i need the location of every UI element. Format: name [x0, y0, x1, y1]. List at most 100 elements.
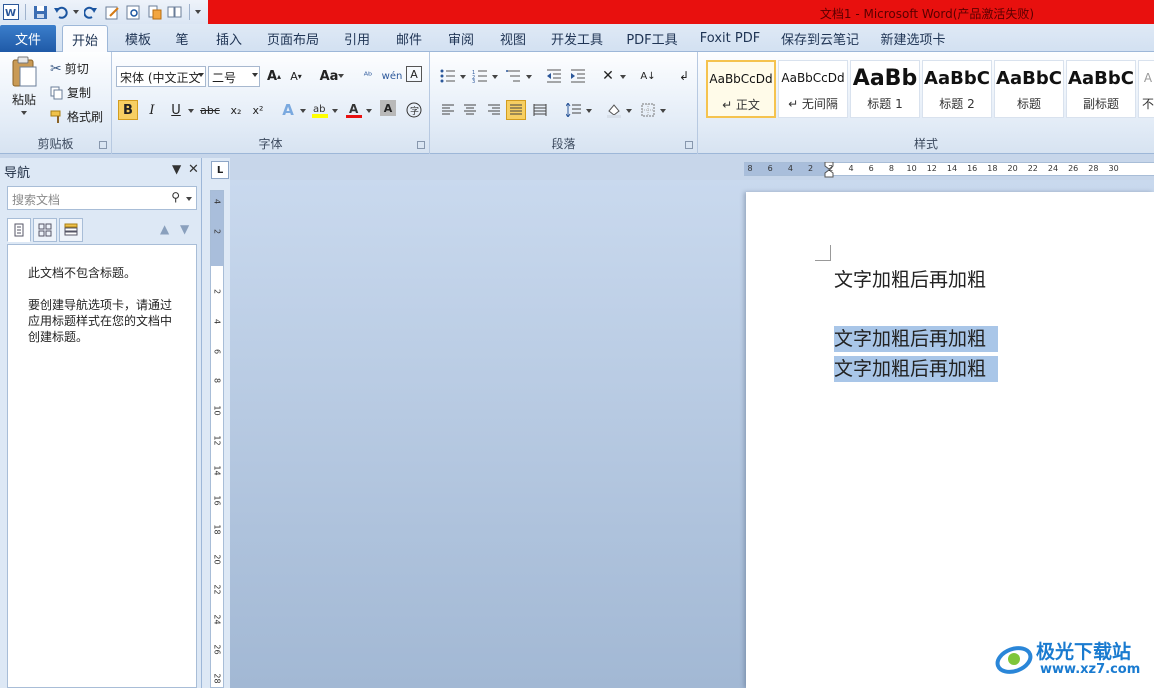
tab-page-layout[interactable]: 页面布局 [262, 25, 324, 52]
underline-button[interactable]: U [166, 100, 186, 120]
paste-dropdown-icon[interactable] [21, 111, 27, 115]
document-line-selected[interactable]: 文字加粗后再加粗 [834, 324, 999, 352]
shrink-font-button[interactable]: A ▾ [286, 66, 306, 86]
edit-document-icon[interactable] [103, 3, 121, 21]
tab-references[interactable]: 引用 [336, 25, 378, 52]
tab-review[interactable]: 审阅 [440, 25, 482, 52]
font-dialog-launcher-icon[interactable] [417, 141, 425, 149]
selected-text[interactable]: 文字加粗后再加粗 [834, 326, 999, 352]
font-color-dropdown-icon[interactable] [366, 109, 372, 113]
style-normal[interactable]: AaBbCcDd ↵ 正文 [706, 60, 776, 118]
tab-developer[interactable]: 开发工具 [544, 25, 610, 52]
chinese-layout-dropdown-icon[interactable] [620, 75, 626, 79]
vertical-ruler[interactable]: 4 2 2 4 6 8 10 12 14 16 18 20 22 24 26 28 [210, 190, 224, 688]
style-title[interactable]: AaBbC 标题 [994, 60, 1064, 118]
font-size-select[interactable]: 二号 [208, 66, 260, 87]
shading-icon[interactable] [604, 100, 624, 120]
distributed-icon[interactable] [530, 100, 550, 120]
pane-options-dropdown-icon[interactable]: ▼ [172, 162, 181, 176]
increase-indent-icon[interactable] [568, 66, 588, 86]
bullets-dropdown-icon[interactable] [460, 75, 466, 79]
style-subtitle[interactable]: AaBbC 副标题 [1066, 60, 1136, 118]
tab-insert[interactable]: 插入 [208, 25, 250, 52]
align-center-icon[interactable] [460, 100, 480, 120]
previous-result-icon[interactable]: ▲ [160, 222, 169, 236]
cut-button[interactable]: ✂ 剪切 [50, 60, 89, 77]
chinese-layout-icon[interactable]: ✕ [598, 66, 618, 86]
close-pane-icon[interactable]: ✕ [188, 162, 199, 177]
underline-dropdown-icon[interactable] [188, 109, 194, 113]
numbering-icon[interactable]: 123 [470, 66, 490, 86]
headings-view-tab[interactable] [7, 218, 31, 242]
shading-dropdown-icon[interactable] [626, 109, 632, 113]
decrease-indent-icon[interactable] [544, 66, 564, 86]
tab-file[interactable]: 文件 [0, 25, 56, 52]
tab-stop-selector[interactable]: L [211, 161, 229, 179]
phonetic-guide-icon[interactable]: wén [382, 66, 403, 86]
undo-dropdown-icon[interactable] [73, 10, 79, 14]
change-case-button[interactable]: Aa [318, 66, 346, 86]
tab-home[interactable]: 开始 [62, 25, 108, 53]
tab-view[interactable]: 视图 [492, 25, 534, 52]
paragraph-dialog-launcher-icon[interactable] [685, 141, 693, 149]
read-mode-icon[interactable] [166, 3, 184, 21]
multilevel-list-dropdown-icon[interactable] [526, 75, 532, 79]
bold-button[interactable]: B [118, 100, 138, 120]
enclose-characters-icon[interactable]: 字 [404, 100, 424, 120]
line-spacing-icon[interactable] [564, 100, 584, 120]
text-effects-icon[interactable]: A [278, 100, 298, 120]
character-border-icon[interactable]: A [406, 66, 422, 82]
pages-view-tab[interactable] [33, 218, 57, 242]
results-view-tab[interactable] [59, 218, 83, 242]
tab-mailings[interactable]: 邮件 [388, 25, 430, 52]
grow-font-button[interactable]: A ▴ [264, 66, 284, 86]
print-preview-icon[interactable] [124, 3, 142, 21]
sort-icon[interactable]: A↓ [638, 66, 658, 86]
highlight-dropdown-icon[interactable] [332, 109, 338, 113]
save-icon[interactable] [31, 3, 49, 21]
format-painter-button[interactable]: 格式刷 [50, 108, 103, 125]
font-color-icon[interactable]: A [344, 100, 364, 120]
tab-pen[interactable]: 笔 [168, 25, 196, 52]
search-icon[interactable]: ⚲ [171, 190, 180, 204]
undo-icon[interactable] [52, 3, 70, 21]
word-app-icon[interactable]: W [2, 3, 20, 21]
text-effects-dropdown-icon[interactable] [300, 109, 306, 113]
selected-text[interactable]: 文字加粗后再加粗 [834, 356, 999, 382]
align-right-icon[interactable] [484, 100, 504, 120]
document-line-selected[interactable]: 文字加粗后再加粗 [834, 354, 999, 382]
style-heading-2[interactable]: AaBbC 标题 2 [922, 60, 992, 118]
document-line[interactable]: 文字加粗后再加粗 [834, 265, 986, 292]
align-left-icon[interactable] [438, 100, 458, 120]
numbering-dropdown-icon[interactable] [492, 75, 498, 79]
style-no-spacing[interactable]: AaBbCcDd ↵ 无间隔 [778, 60, 848, 118]
paste-button[interactable]: 粘贴 [6, 56, 42, 115]
subscript-button[interactable]: x₂ [226, 100, 246, 120]
highlight-icon[interactable]: ab [310, 100, 330, 120]
tab-foxit-pdf[interactable]: Foxit PDF [694, 25, 766, 52]
borders-icon[interactable] [638, 100, 658, 120]
tab-templates[interactable]: 模板 [118, 25, 158, 52]
horizontal-ruler[interactable]: 8 6 4 2 2 4 6 8 10 12 14 16 18 20 22 24 26 28 30 [744, 162, 1154, 178]
tab-new-tab[interactable]: 新建选项卡 [874, 25, 952, 52]
superscript-button[interactable]: x² [248, 100, 268, 120]
strikethrough-button[interactable]: abc [198, 100, 222, 120]
search-document-input[interactable]: 搜索文档 ⚲ [7, 186, 197, 210]
tab-pdf-tools[interactable]: PDF工具 [620, 25, 684, 52]
redo-icon[interactable] [82, 3, 100, 21]
new-document-icon[interactable] [145, 3, 163, 21]
next-result-icon[interactable]: ▼ [180, 222, 189, 236]
clipboard-dialog-launcher-icon[interactable] [99, 141, 107, 149]
search-options-dropdown-icon[interactable] [186, 197, 192, 201]
borders-dropdown-icon[interactable] [660, 109, 666, 113]
character-shading-icon[interactable]: A [380, 100, 396, 116]
style-more[interactable]: A 不 [1138, 60, 1154, 118]
font-name-select[interactable]: 宋体 (中文正文 [116, 66, 206, 87]
show-marks-icon[interactable]: ↲ [674, 66, 694, 86]
bullets-icon[interactable] [438, 66, 458, 86]
multilevel-list-icon[interactable] [504, 66, 524, 86]
clear-formatting-icon[interactable]: ᴬᵇ [358, 66, 378, 86]
customize-qat-icon[interactable] [195, 10, 201, 14]
style-heading-1[interactable]: AaBb 标题 1 [850, 60, 920, 118]
italic-button[interactable]: I [142, 100, 162, 120]
